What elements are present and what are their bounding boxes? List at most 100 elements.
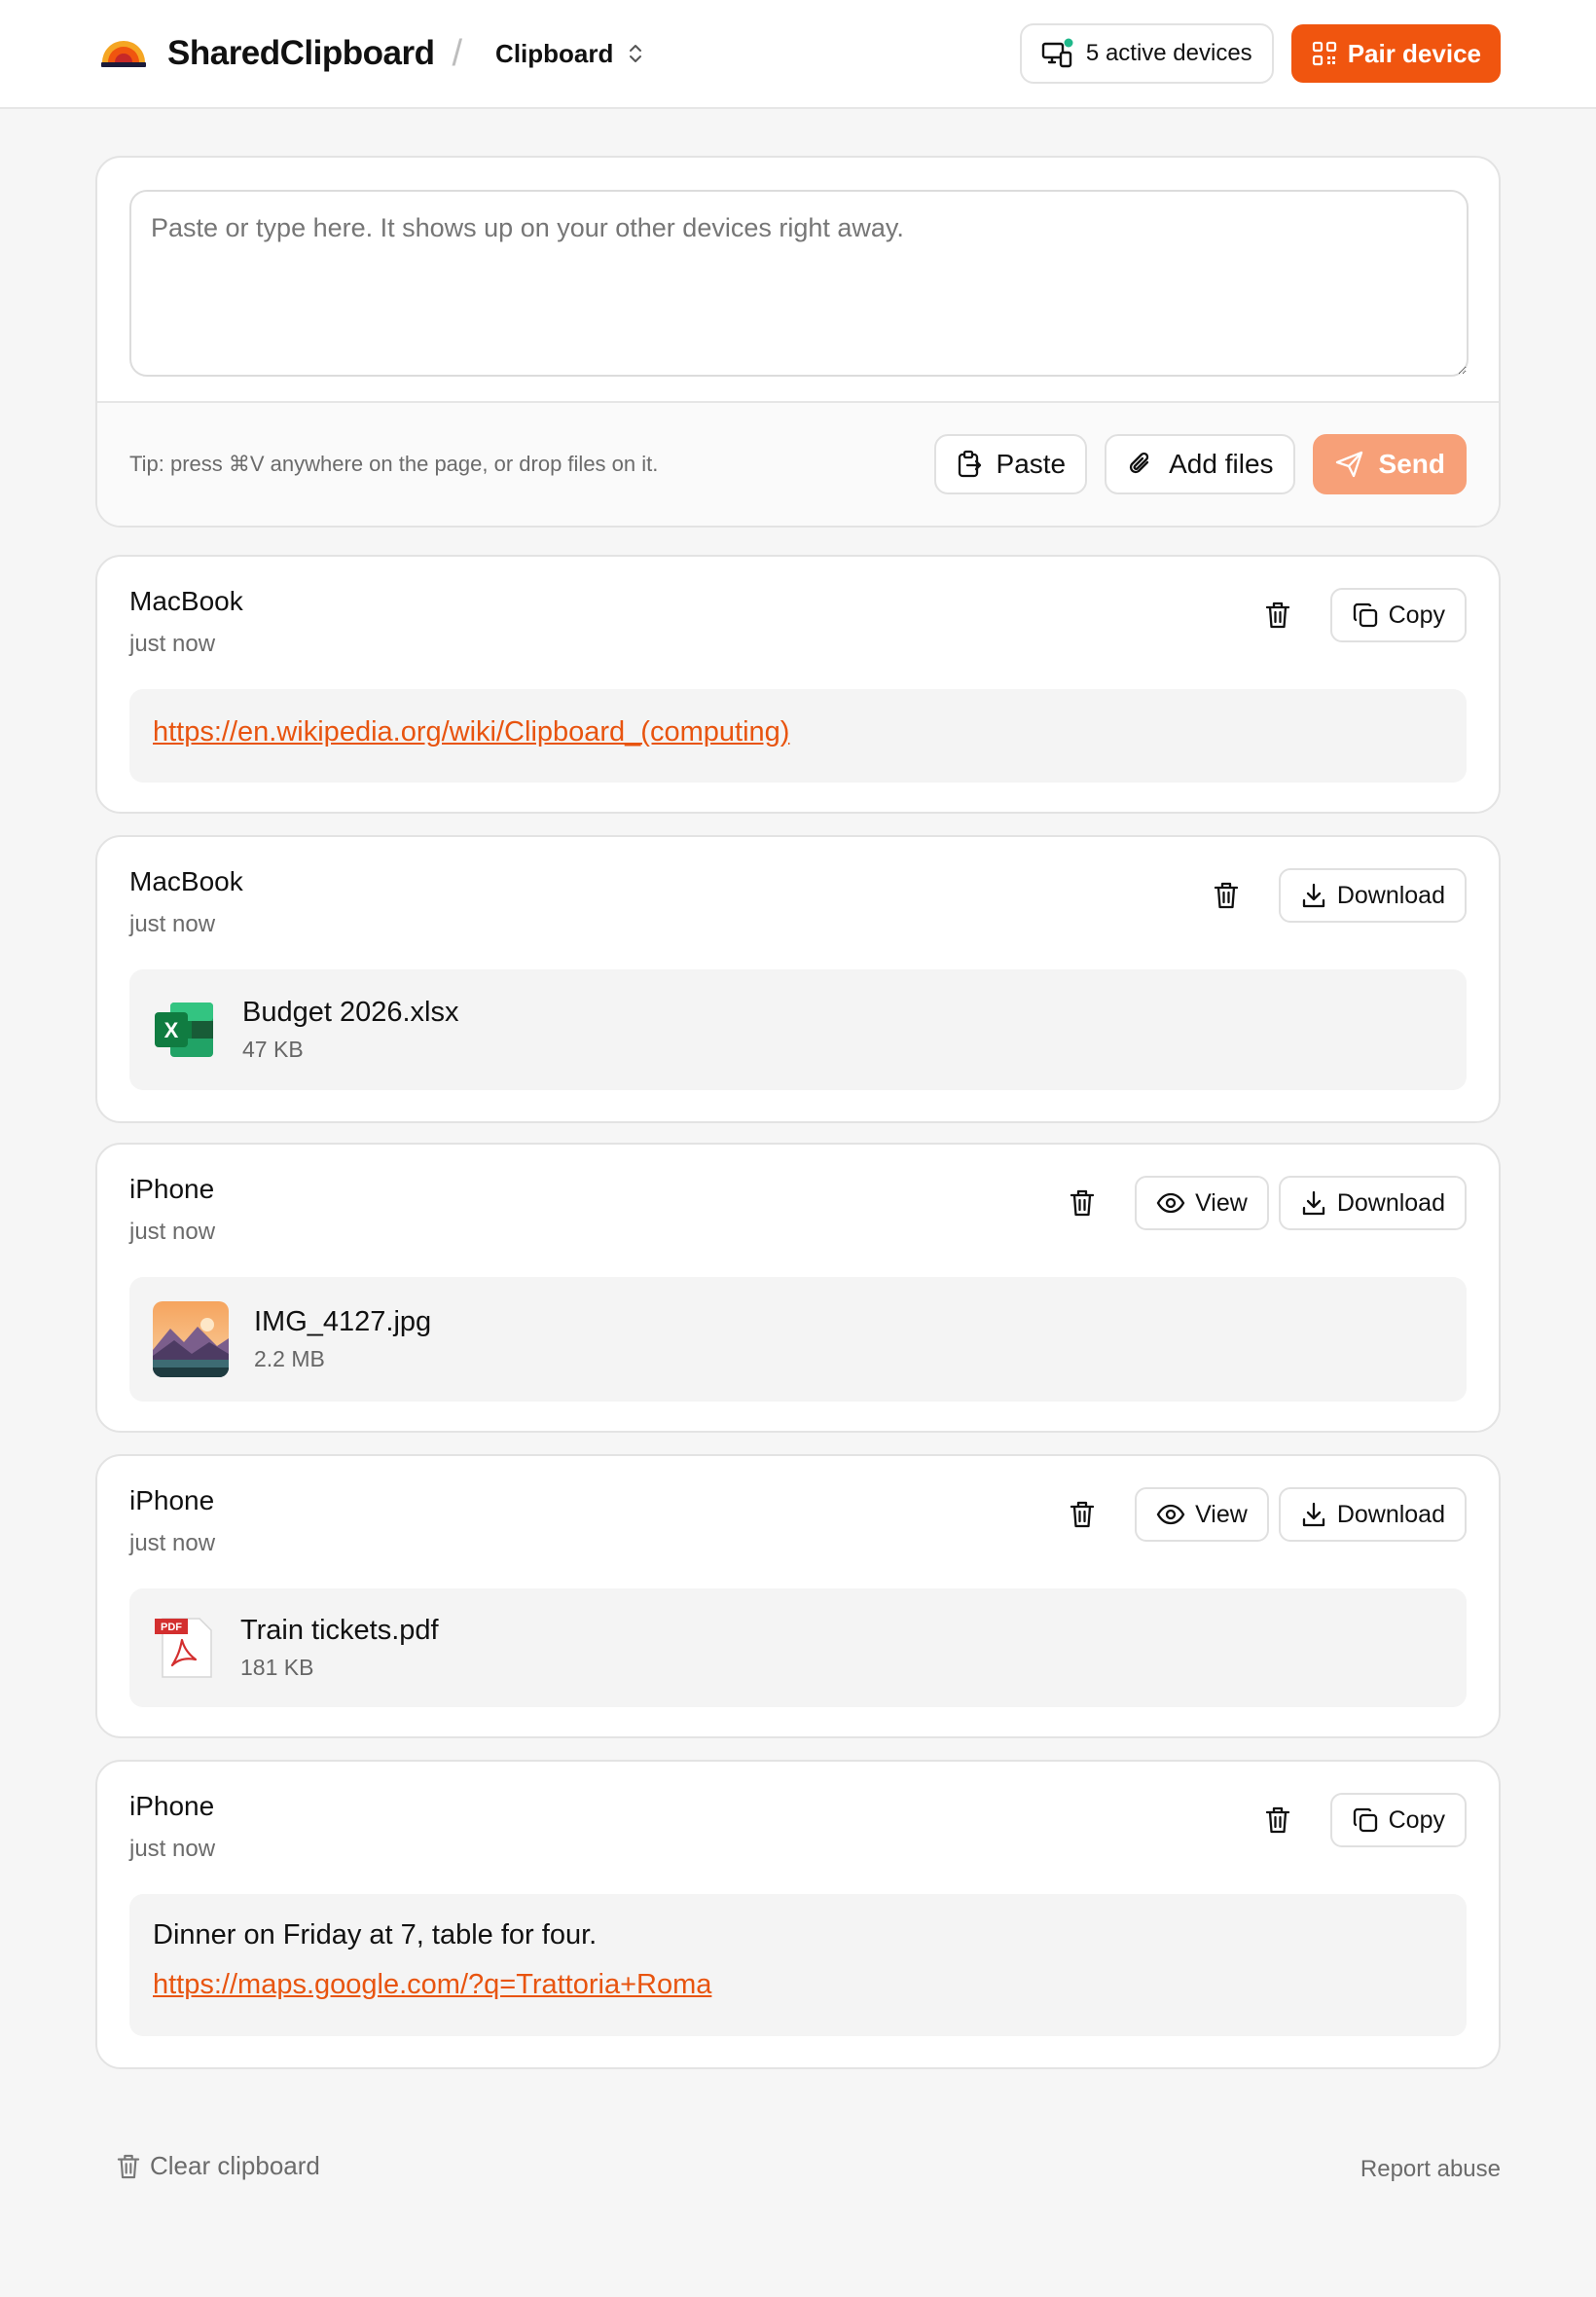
copy-icon xyxy=(1353,602,1377,628)
add-files-label: Add files xyxy=(1169,449,1274,479)
header-left: SharedClipboard / Clipboard xyxy=(99,33,646,75)
clip-content: PDF Train tickets.pdf 181 KB xyxy=(129,1588,1467,1707)
send-button[interactable]: Send xyxy=(1312,434,1467,494)
clip-card: iPhone just now Copy Dinner on Friday at… xyxy=(95,1760,1501,2069)
download-label: Download xyxy=(1336,881,1445,909)
report-abuse-link[interactable]: Report abuse xyxy=(1360,2156,1501,2183)
eye-icon xyxy=(1156,1192,1185,1214)
clip-time: just now xyxy=(129,911,216,937)
add-files-button[interactable]: Add files xyxy=(1105,434,1295,494)
trash-icon xyxy=(1265,1806,1289,1834)
download-button[interactable]: Download xyxy=(1278,1176,1467,1230)
clip-card: iPhone just now View Download xyxy=(95,1143,1501,1433)
clip-header: iPhone just now xyxy=(129,1174,215,1246)
clip-time: just now xyxy=(129,1219,216,1245)
clip-header: iPhone just now xyxy=(129,1485,215,1557)
copy-label: Copy xyxy=(1388,1805,1445,1834)
clip-header: MacBook just now xyxy=(129,586,243,658)
clip-device: iPhone xyxy=(129,1174,215,1204)
section-label: Clipboard xyxy=(495,38,614,68)
file-name: IMG_4127.jpg xyxy=(254,1306,432,1337)
download-icon xyxy=(1302,883,1324,908)
paste-label: Paste xyxy=(996,449,1067,479)
svg-text:PDF: PDF xyxy=(161,1622,182,1633)
clip-link[interactable]: https://maps.google.com/?q=Trattoria+Rom… xyxy=(153,1969,711,2000)
clip-device: iPhone xyxy=(129,1791,215,1821)
clip-time: just now xyxy=(129,631,216,657)
clip-card: iPhone just now View Download xyxy=(95,1454,1501,1738)
download-button[interactable]: Download xyxy=(1278,1487,1467,1542)
trash-icon xyxy=(1265,602,1289,629)
trash-icon xyxy=(1070,1501,1095,1528)
clip-device: iPhone xyxy=(129,1485,215,1515)
copy-button[interactable]: Copy xyxy=(1329,588,1467,642)
file-name: Train tickets.pdf xyxy=(240,1615,439,1646)
clip-card: MacBook just now Copy https://en.wikiped… xyxy=(95,555,1501,814)
chevron-up-down-icon xyxy=(630,45,642,62)
delete-button[interactable] xyxy=(1057,1178,1107,1228)
pair-device-label: Pair device xyxy=(1347,38,1481,68)
delete-button[interactable] xyxy=(1057,1489,1107,1540)
download-icon xyxy=(1302,1190,1324,1216)
devices-icon xyxy=(1041,38,1073,68)
composer-card: Tip: press ⌘V anywhere on the page, or d… xyxy=(95,156,1501,528)
header-right: 5 active devices Pair device xyxy=(1019,23,1501,84)
file-size: 2.2 MB xyxy=(254,1346,325,1371)
copy-button[interactable]: Copy xyxy=(1329,1793,1467,1847)
paste-button[interactable]: Paste xyxy=(933,434,1088,494)
download-icon xyxy=(1302,1502,1324,1527)
file-size: 47 KB xyxy=(242,1037,304,1062)
active-devices-label: 5 active devices xyxy=(1085,40,1252,66)
eye-icon xyxy=(1156,1504,1185,1525)
file-row: X Budget 2026.xlsx 47 KB xyxy=(129,969,1467,1090)
file-row: PDF Train tickets.pdf 181 KB xyxy=(129,1588,1467,1707)
paperclip-icon xyxy=(1129,452,1149,474)
section-picker[interactable]: Clipboard xyxy=(495,39,646,69)
svg-text:X: X xyxy=(164,1018,179,1042)
active-devices-button[interactable]: 5 active devices xyxy=(1019,23,1274,84)
clear-clipboard-label: Clear clipboard xyxy=(150,2151,320,2180)
clear-clipboard-button[interactable]: Clear clipboard xyxy=(117,2151,320,2181)
pdf-file-icon: PDF xyxy=(155,1618,212,1678)
download-label: Download xyxy=(1336,1188,1445,1217)
trash-icon xyxy=(1214,882,1238,909)
clip-content: Dinner on Friday at 7, table for four. h… xyxy=(129,1894,1467,2036)
clipboard-icon xyxy=(958,450,981,478)
clip-card: MacBook just now Download X Budget 2026.… xyxy=(95,835,1501,1123)
view-button[interactable]: View xyxy=(1135,1176,1269,1230)
send-label: Send xyxy=(1378,449,1445,479)
brand-name[interactable]: SharedClipboard xyxy=(167,34,435,73)
delete-button[interactable] xyxy=(1252,1795,1303,1845)
clip-link[interactable]: https://en.wikipedia.org/wiki/Clipboard_… xyxy=(153,716,789,747)
clip-device: MacBook xyxy=(129,866,243,896)
file-size: 181 KB xyxy=(240,1655,314,1680)
clip-content: https://en.wikipedia.org/wiki/Clipboard_… xyxy=(129,689,1467,783)
file-name: Budget 2026.xlsx xyxy=(242,997,459,1028)
clip-text: Dinner on Friday at 7, table for four. xyxy=(153,1919,598,1951)
send-icon xyxy=(1335,451,1362,478)
composer-tip: Tip: press ⌘V anywhere on the page, or d… xyxy=(129,452,659,476)
copy-icon xyxy=(1353,1807,1377,1833)
composer-actions: Paste Add files Send xyxy=(933,434,1467,494)
top-bar: SharedClipboard / Clipboard 5 active dev… xyxy=(0,0,1596,109)
download-button[interactable]: Download xyxy=(1278,868,1467,923)
image-thumbnail[interactable] xyxy=(153,1301,229,1377)
clip-content: IMG_4127.jpg 2.2 MB xyxy=(129,1277,1467,1402)
delete-button[interactable] xyxy=(1252,590,1303,640)
clip-actions: View Download xyxy=(1057,1176,1467,1230)
delete-button[interactable] xyxy=(1201,870,1251,921)
clip-content: X Budget 2026.xlsx 47 KB xyxy=(129,969,1467,1090)
file-row: IMG_4127.jpg 2.2 MB xyxy=(129,1277,1467,1402)
view-label: View xyxy=(1195,1500,1248,1528)
breadcrumb-separator: / xyxy=(452,32,463,74)
clip-time: just now xyxy=(129,1836,216,1862)
view-label: View xyxy=(1195,1188,1248,1217)
clipboard-input[interactable] xyxy=(129,190,1469,377)
view-button[interactable]: View xyxy=(1135,1487,1269,1542)
pair-device-button[interactable]: Pair device xyxy=(1290,24,1501,83)
clip-actions: Copy xyxy=(1252,588,1467,642)
clip-device: MacBook xyxy=(129,586,243,616)
download-label: Download xyxy=(1336,1500,1445,1528)
sunset-logo-icon xyxy=(101,41,146,67)
clip-actions: Download xyxy=(1201,868,1467,923)
